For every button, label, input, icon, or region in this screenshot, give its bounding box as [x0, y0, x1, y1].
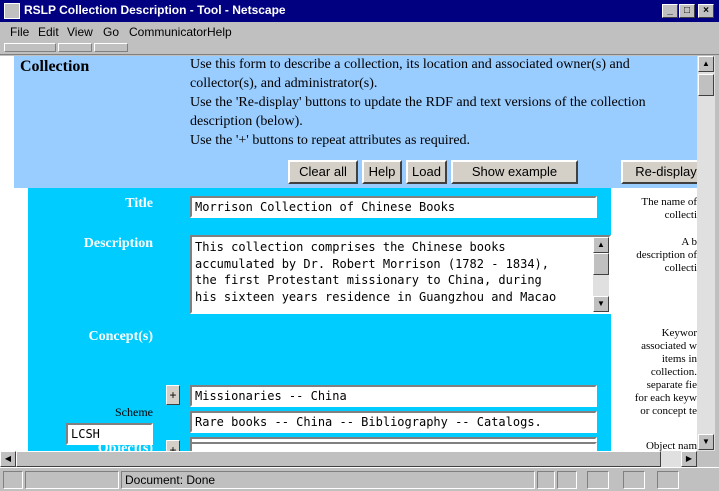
show-example-button[interactable]: Show example	[451, 160, 578, 184]
page-title: Collection	[20, 58, 90, 75]
help-line: or concept te	[640, 405, 697, 417]
help-button[interactable]: Help	[362, 160, 402, 184]
scroll-up-icon[interactable]: ▲	[698, 56, 714, 72]
toolbar-grip-navigation[interactable]	[4, 43, 56, 52]
composer-icon[interactable]	[657, 471, 679, 489]
object-input[interactable]	[190, 442, 597, 451]
instruction-line: Use the '+' buttons to repeat attributes…	[190, 133, 471, 148]
resize-grip-icon[interactable]	[700, 473, 714, 487]
menu-go[interactable]: Go	[103, 25, 119, 39]
description-label: Description	[83, 236, 153, 251]
description-line: the first Protestant missionary to China…	[195, 273, 542, 287]
help-line: A b	[681, 236, 697, 248]
menu-bar: File Edit View Go Communicator Help	[0, 22, 719, 41]
page-content: Collection Use this form to describe a c…	[0, 56, 697, 451]
toolbar-grip-personal[interactable]	[94, 43, 128, 52]
help-line: collection.	[650, 366, 697, 378]
scroll-corner	[697, 451, 715, 467]
help-line: description of	[636, 249, 697, 261]
title-bar: RSLP Collection Description - Tool - Net…	[0, 0, 719, 22]
vertical-scrollbar[interactable]: ▲ ▼	[697, 56, 715, 451]
navigator-icon[interactable]	[557, 471, 577, 489]
concept-help: Keywor associated w items in collection.…	[611, 327, 697, 418]
title-label: Title	[125, 196, 153, 211]
discussion-icon[interactable]	[623, 471, 645, 489]
instruction-line: Use the 'Re-display' buttons to update t…	[190, 95, 646, 110]
help-line: collecti	[664, 209, 697, 221]
help-line: The name of	[641, 196, 697, 208]
form-body: Title Morrison Collection of Chinese Boo…	[28, 188, 611, 451]
scroll-down-icon[interactable]: ▼	[698, 434, 714, 450]
instruction-line: collector(s), and administrator(s).	[190, 76, 378, 91]
help-line: Object nam	[645, 440, 697, 451]
description-line: This collection comprises the Chinese bo…	[195, 240, 506, 254]
scheme-label: Scheme	[115, 405, 153, 419]
help-line: associated w	[641, 340, 697, 352]
help-line: items in	[661, 353, 697, 365]
scroll-left-icon[interactable]: ◀	[0, 451, 16, 467]
instruction-line: description (below).	[190, 114, 303, 129]
description-line: accumulated by Dr. Robert Morrison (1782…	[195, 256, 550, 271]
scroll-thumb[interactable]	[593, 253, 609, 275]
scroll-up-icon[interactable]: ▲	[593, 237, 609, 253]
vertical-scroll-thumb[interactable]	[698, 74, 714, 96]
toolbar-grip-location[interactable]	[58, 43, 92, 52]
minimize-button[interactable]: _	[662, 4, 678, 18]
mailbox-icon[interactable]	[587, 471, 609, 489]
concept-input[interactable]: Rare books -- China -- Bibliography -- C…	[190, 411, 597, 433]
objects-label: Object(s)	[97, 441, 153, 451]
object-help: Object nam	[611, 440, 697, 451]
add-object-button[interactable]: +	[166, 440, 180, 451]
horizontal-scrollbar[interactable]: ◀ ▶	[0, 451, 697, 467]
close-button[interactable]: ×	[698, 4, 714, 18]
concept-input[interactable]: Missionaries -- China	[190, 385, 597, 407]
status-text: Document: Done	[121, 471, 535, 489]
menu-edit[interactable]: Edit	[38, 25, 59, 39]
security-lock-icon[interactable]	[3, 471, 23, 489]
help-line: for each keyw	[634, 392, 697, 404]
menu-view[interactable]: View	[67, 25, 93, 39]
window-title: RSLP Collection Description - Tool - Net…	[24, 3, 286, 17]
menu-file[interactable]: File	[10, 25, 29, 39]
horizontal-scroll-thumb[interactable]	[16, 451, 661, 467]
maximize-button[interactable]: □	[679, 4, 695, 18]
redisplay-button[interactable]: Re-display	[621, 160, 697, 184]
scroll-right-icon[interactable]: ▶	[681, 451, 697, 467]
instruction-line: Use this form to describe a collection, …	[190, 57, 630, 72]
help-line: Keywor	[661, 327, 697, 339]
objects-row-clipped: Object(s) +	[28, 436, 611, 451]
description-help: A b description of collecti	[636, 236, 697, 275]
title-input[interactable]: Morrison Collection of Chinese Books	[190, 196, 597, 218]
help-line: collecti	[664, 262, 697, 274]
clear-all-button[interactable]: Clear all	[288, 160, 358, 184]
title-help: The name of collecti	[641, 196, 697, 222]
concepts-label: Concept(s)	[88, 329, 153, 344]
form-header: Collection Use this form to describe a c…	[14, 56, 697, 188]
load-button[interactable]: Load	[406, 160, 447, 184]
description-line: his sixteen years residence in Guangzhou…	[195, 289, 557, 304]
progress-panel	[25, 471, 119, 489]
description-scrollbar[interactable]: ▲ ▼	[593, 237, 609, 312]
help-line: separate fie	[646, 379, 697, 391]
add-concept-button[interactable]: +	[166, 385, 180, 405]
status-bar: Document: Done	[0, 467, 719, 491]
description-textarea[interactable]: This collection comprises the Chinese bo…	[190, 235, 611, 314]
collapsed-toolbars	[0, 41, 719, 55]
scroll-down-icon[interactable]: ▼	[593, 296, 609, 312]
offline-icon[interactable]	[537, 471, 555, 489]
netscape-app-icon	[4, 3, 20, 19]
menu-communicator[interactable]: Communicator	[129, 25, 207, 39]
menu-help[interactable]: Help	[207, 25, 232, 39]
